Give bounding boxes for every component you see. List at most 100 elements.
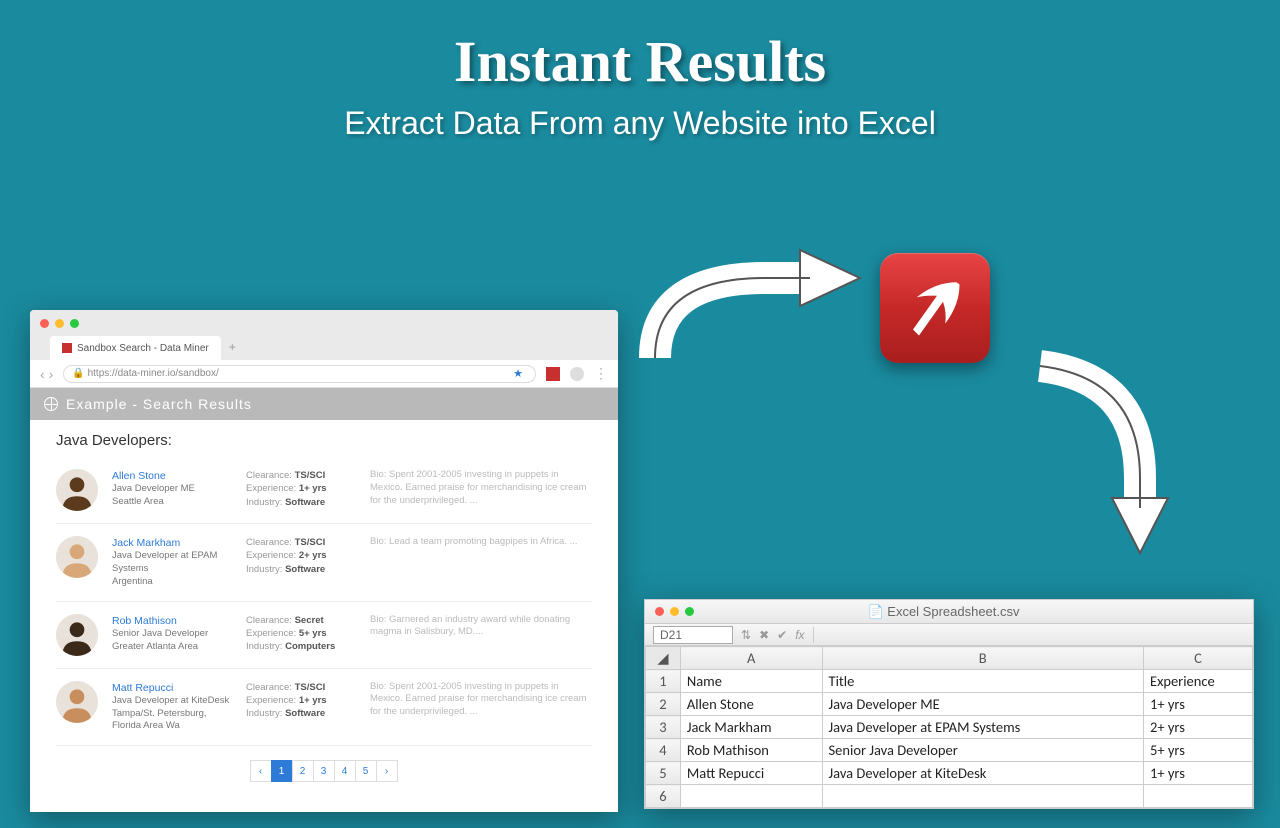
confirm-formula-icon[interactable]: ✔ (777, 628, 787, 642)
forward-button[interactable]: › (49, 366, 54, 382)
cell[interactable]: Java Developer at KiteDesk (822, 762, 1143, 785)
cell[interactable]: 1+ yrs (1143, 762, 1252, 785)
select-all-corner[interactable]: ◢ (646, 647, 681, 670)
result-industry: Industry: Software (246, 563, 356, 576)
flow-arrow-icon (1020, 348, 1220, 558)
result-name-link[interactable]: Allen Stone (112, 469, 232, 483)
cell[interactable]: 1+ yrs (1143, 693, 1252, 716)
tab-title: Sandbox Search - Data Miner (77, 343, 209, 354)
result-clearance: Clearance: TS/SCI (246, 681, 356, 694)
result-title: Java Developer at KiteDesk (112, 695, 232, 708)
maximize-window-button[interactable] (685, 607, 694, 616)
result-industry: Industry: Software (246, 707, 356, 720)
page-header-text: Example - Search Results (66, 396, 252, 412)
tab-favicon-icon (62, 343, 72, 353)
extension-icon[interactable] (546, 367, 560, 381)
cell[interactable]: Senior Java Developer (822, 739, 1143, 762)
row-header[interactable]: 2 (646, 693, 681, 716)
cell[interactable]: Matt Repucci (680, 762, 822, 785)
row-header[interactable]: 5 (646, 762, 681, 785)
new-tab-button[interactable]: + (221, 336, 244, 360)
result-bio: Bio: Spent 2001-2005 investing in puppet… (370, 681, 592, 734)
profile-icon[interactable] (570, 367, 584, 381)
close-window-button[interactable] (655, 607, 664, 616)
result-bio: Bio: Lead a team promoting bagpipes in A… (370, 536, 592, 589)
result-name-link[interactable]: Rob Mathison (112, 614, 232, 628)
pagination-button[interactable]: 1 (271, 760, 293, 782)
minimize-window-button[interactable] (670, 607, 679, 616)
results-list: Allen StoneJava Developer MESeattle Area… (30, 457, 618, 746)
result-experience: Experience: 2+ yrs (246, 549, 356, 562)
globe-icon (44, 397, 58, 411)
spreadsheet-titlebar: 📄 Excel Spreadsheet.csv (645, 600, 1253, 624)
result-industry: Industry: Software (246, 496, 356, 509)
pagination-button[interactable]: 2 (292, 760, 314, 782)
pagination-button[interactable]: 5 (355, 760, 377, 782)
bookmark-star-icon[interactable]: ★ (513, 367, 523, 380)
pagination-button[interactable]: 4 (334, 760, 356, 782)
cell-reference-input[interactable]: D21 (653, 626, 733, 644)
cancel-formula-icon[interactable]: ✖ (759, 628, 769, 642)
cell[interactable]: 5+ yrs (1143, 739, 1252, 762)
cell[interactable]: Experience (1143, 670, 1252, 693)
spreadsheet-window: 📄 Excel Spreadsheet.csv D21 ⇅ ✖ ✔ fx ◢ A… (644, 599, 1254, 809)
result-location: Seattle Area (112, 496, 232, 509)
column-header[interactable]: B (822, 647, 1143, 670)
row-header[interactable]: 6 (646, 785, 681, 808)
result-title: Java Developer at EPAM Systems (112, 550, 232, 576)
cell[interactable]: 2+ yrs (1143, 716, 1252, 739)
spreadsheet-grid[interactable]: ◢ A B C 1NameTitleExperience 2Allen Stone… (645, 646, 1253, 808)
cell[interactable] (680, 785, 822, 808)
result-location: Argentina (112, 576, 232, 589)
cell[interactable]: Title (822, 670, 1143, 693)
maximize-window-button[interactable] (70, 319, 79, 328)
column-header[interactable]: C (1143, 647, 1252, 670)
cell[interactable]: Java Developer ME (822, 693, 1143, 716)
row-header[interactable]: 3 (646, 716, 681, 739)
result-row: Matt RepucciJava Developer at KiteDeskTa… (56, 669, 592, 747)
result-name-link[interactable]: Jack Markham (112, 536, 232, 550)
pagination-button[interactable]: 3 (313, 760, 335, 782)
pagination-button[interactable]: ‹ (250, 760, 272, 782)
avatar (56, 536, 98, 578)
result-clearance: Clearance: TS/SCI (246, 536, 356, 549)
result-clearance: Clearance: Secret (246, 614, 356, 627)
cell[interactable]: Java Developer at EPAM Systems (822, 716, 1143, 739)
row-header[interactable]: 4 (646, 739, 681, 762)
browser-menu-icon[interactable]: ⋮ (594, 365, 608, 382)
cell[interactable]: Allen Stone (680, 693, 822, 716)
result-row: Rob MathisonSenior Java DeveloperGreater… (56, 602, 592, 669)
hero-title: Instant Results (0, 28, 1280, 95)
spreadsheet-toolbar: D21 ⇅ ✖ ✔ fx (645, 624, 1253, 646)
minimize-window-button[interactable] (55, 319, 64, 328)
back-button[interactable]: ‹ (40, 366, 45, 382)
data-miner-app-icon (880, 253, 990, 363)
pagination: ‹12345› (30, 746, 618, 796)
result-location: Tampa/St. Petersburg, Florida Area Wa (112, 708, 232, 734)
result-clearance: Clearance: TS/SCI (246, 469, 356, 482)
cell[interactable]: Jack Markham (680, 716, 822, 739)
pickaxe-icon (898, 271, 973, 346)
column-header[interactable]: A (680, 647, 822, 670)
page-header: Example - Search Results (30, 388, 618, 420)
row-header[interactable]: 1 (646, 670, 681, 693)
stepper-icon[interactable]: ⇅ (741, 628, 751, 642)
result-title: Java Developer ME (112, 483, 232, 496)
url-text: https://data-miner.io/sandbox/ (88, 368, 219, 379)
result-experience: Experience: 5+ yrs (246, 627, 356, 640)
close-window-button[interactable] (40, 319, 49, 328)
cell[interactable]: Rob Mathison (680, 739, 822, 762)
browser-tab[interactable]: Sandbox Search - Data Miner (50, 336, 221, 360)
result-bio: Bio: Spent 2001-2005 investing in puppet… (370, 469, 592, 511)
browser-window: Sandbox Search - Data Miner + ‹ › 🔒 http… (30, 310, 618, 812)
url-input[interactable]: 🔒 https://data-miner.io/sandbox/ ★ (63, 365, 536, 383)
cell[interactable]: Name (680, 670, 822, 693)
result-name-link[interactable]: Matt Repucci (112, 681, 232, 695)
flow-arrow-icon (635, 248, 865, 368)
fx-label[interactable]: fx (795, 628, 804, 642)
pagination-button[interactable]: › (376, 760, 398, 782)
browser-address-bar-row: ‹ › 🔒 https://data-miner.io/sandbox/ ★ ⋮ (30, 360, 618, 388)
cell[interactable] (1143, 785, 1252, 808)
cell[interactable] (822, 785, 1143, 808)
browser-tab-strip: Sandbox Search - Data Miner + (30, 336, 618, 360)
